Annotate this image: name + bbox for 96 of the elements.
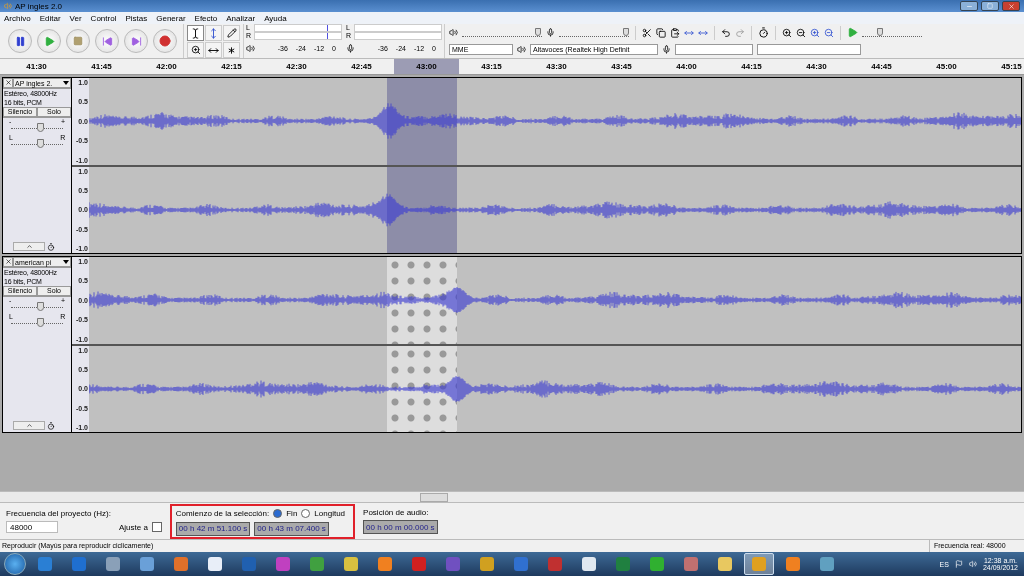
radio-label: Fin <box>286 509 298 518</box>
microphone-icon <box>546 28 555 37</box>
skip-end-icon <box>130 35 142 47</box>
envelope-tool-button[interactable] <box>205 25 222 41</box>
time-field[interactable]: 00 h 00 m 00.000 s <box>363 520 438 534</box>
paste-icon[interactable] <box>670 27 680 38</box>
ruler-label: 42:15 <box>220 61 243 73</box>
flag-icon <box>954 560 963 568</box>
menu-item[interactable]: Archivo <box>4 13 31 23</box>
ruler-label: 44:30 <box>805 61 828 73</box>
output-volume-slider[interactable] <box>462 28 542 37</box>
record-button[interactable] <box>153 29 177 53</box>
zoom-tool-button[interactable] <box>187 42 204 58</box>
menu-item[interactable]: Generar <box>156 13 186 23</box>
radio-label: Longitud <box>314 509 346 518</box>
ruler-label: 44:45 <box>870 61 893 73</box>
pause-button[interactable] <box>8 29 32 53</box>
timeshift-tool-button[interactable] <box>205 42 222 58</box>
close-icon <box>4 258 12 265</box>
draw-tool-button[interactable] <box>223 25 240 41</box>
window-title: AP ingles 2.0 <box>15 1 63 11</box>
asterisk-icon <box>226 44 237 56</box>
skip-start-button[interactable] <box>95 29 119 53</box>
play-at-speed-icon[interactable] <box>847 27 858 38</box>
play-icon <box>43 35 55 47</box>
ruler-label: 44:15 <box>740 61 763 73</box>
play-button[interactable] <box>37 29 61 53</box>
close-icon <box>4 79 12 86</box>
dropdown-arrow-icon <box>63 81 69 85</box>
microphone-icon[interactable] <box>346 43 355 53</box>
menu-item[interactable]: Pistas <box>125 13 148 23</box>
ruler-label: 41:45 <box>90 61 113 73</box>
snap-checkbox[interactable] <box>151 522 162 532</box>
input-volume-slider[interactable] <box>559 28 629 37</box>
text-cursor-icon <box>190 27 201 39</box>
ruler-label: 42:45 <box>350 61 373 73</box>
envelope-icon <box>208 27 219 39</box>
menu-item[interactable]: Ayuda <box>264 13 287 23</box>
start-button[interactable] <box>4 553 26 575</box>
skip-start-icon <box>101 35 113 47</box>
menu-item[interactable]: Control <box>90 13 117 23</box>
snap-label: Ajuste a <box>118 522 148 532</box>
timer-icon[interactable] <box>758 27 769 38</box>
undo-icon[interactable] <box>721 27 731 38</box>
record-icon <box>159 35 171 47</box>
rate-dropdown[interactable]: 48000 <box>6 521 58 533</box>
input-device-dropdown[interactable] <box>675 44 753 55</box>
ruler-label: 43:45 <box>610 61 633 73</box>
scissors-icon[interactable] <box>642 27 652 38</box>
time-field[interactable]: 00 h 42 m 51.100 s <box>175 521 251 536</box>
selection-tool-button[interactable] <box>187 25 204 41</box>
microphone-icon <box>662 45 671 54</box>
pause-icon <box>14 35 26 47</box>
ruler-label: 42:00 <box>155 61 178 73</box>
minimize-button[interactable] <box>960 1 978 11</box>
menu-item[interactable]: Analizar <box>226 13 256 23</box>
volume-icon <box>968 560 977 568</box>
zoom-icon <box>190 45 201 55</box>
zoom-in-icon[interactable] <box>782 27 792 38</box>
chevron-up-icon <box>25 422 33 429</box>
close-icon <box>1007 2 1015 10</box>
multi-tool-button[interactable] <box>223 42 240 58</box>
menu-item[interactable]: Editar <box>39 13 61 23</box>
speaker-icon <box>449 28 458 37</box>
close-button[interactable] <box>1002 1 1020 11</box>
stop-button[interactable] <box>66 29 90 53</box>
rate-label: Frecuencia del proyecto (Hz): <box>6 509 111 518</box>
menu-item[interactable]: Efecto <box>194 13 218 23</box>
pencil-icon <box>226 28 237 38</box>
zoom-out-icon[interactable] <box>796 27 806 38</box>
ruler-label: 45:00 <box>935 61 958 73</box>
play-speed-slider[interactable] <box>862 28 922 37</box>
speaker-icon[interactable] <box>246 43 255 53</box>
ruler-label: 44:00 <box>675 61 698 73</box>
stop-icon <box>73 36 83 46</box>
ruler-label: 42:30 <box>285 61 308 73</box>
ruler-label: 43:00 <box>394 59 459 74</box>
time-field[interactable]: 00 h 43 m 07.400 s <box>254 521 329 536</box>
radio-button[interactable] <box>301 509 311 518</box>
channels-dropdown[interactable] <box>757 44 861 55</box>
ruler-label: 41:30 <box>25 61 48 73</box>
ruler-label: 45:15 <box>1000 61 1023 73</box>
position-label: Posición de audio: <box>363 508 430 517</box>
chevron-up-icon <box>25 243 33 250</box>
speaker-icon <box>517 45 526 54</box>
copy-icon[interactable] <box>656 27 666 38</box>
skip-end-button[interactable] <box>124 29 148 53</box>
ruler-label: 43:15 <box>480 61 503 73</box>
scroll-thumb[interactable] <box>420 493 448 502</box>
ruler-label: 43:30 <box>545 61 568 73</box>
maximize-icon <box>987 3 993 9</box>
dropdown-arrow-icon <box>63 260 69 264</box>
radio-button[interactable] <box>273 509 283 518</box>
menu-item[interactable]: Ver <box>69 13 82 23</box>
maximize-button[interactable] <box>981 1 999 11</box>
selection-start-label: Comienzo de la selección: <box>175 509 270 518</box>
